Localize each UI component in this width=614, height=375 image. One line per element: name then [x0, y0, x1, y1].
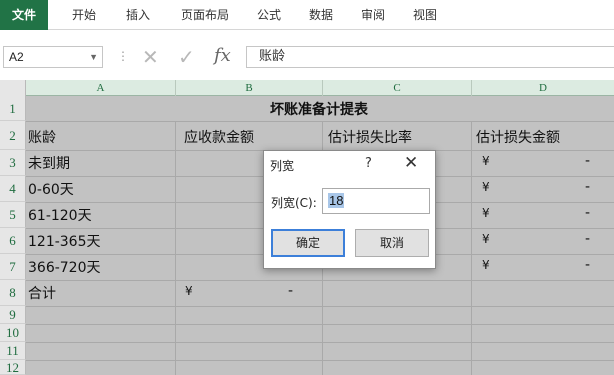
currency-symbol: ¥ — [482, 154, 490, 168]
row-header-6[interactable]: 6 — [0, 228, 26, 254]
dash-value: - — [585, 231, 591, 247]
header-receivable: 应收款金额 — [184, 130, 254, 146]
row-header-5[interactable]: 5 — [0, 202, 26, 228]
row-header-11[interactable]: 11 — [0, 342, 26, 360]
cancel-button[interactable]: 取消 — [355, 229, 429, 257]
currency-symbol: ¥ — [482, 258, 490, 272]
currency-symbol: ¥ — [482, 206, 490, 220]
currency-symbol: ¥ — [482, 180, 490, 194]
column-headers: A B C D — [0, 80, 614, 96]
dash-value: - — [585, 153, 591, 169]
dash-value: - — [585, 179, 591, 195]
tab-view[interactable]: 视图 — [404, 0, 446, 30]
gridline — [26, 324, 614, 325]
aging-label: 366-720天 — [28, 260, 101, 276]
formula-bar: A2 ▼ ⋮ ✕ ✓ fx 账龄 — [0, 40, 614, 74]
separator-dots-icon: ⋮ — [117, 49, 129, 63]
row-header-8[interactable]: 8 — [0, 280, 26, 306]
cancel-icon[interactable]: ✕ — [142, 45, 159, 69]
tab-home[interactable]: 开始 — [63, 0, 105, 30]
dash-value: - — [585, 205, 591, 221]
dialog-title: 列宽 — [270, 159, 295, 173]
header-loss-rate: 估计损失比率 — [328, 130, 412, 146]
header-loss-amount: 估计损失金额 — [476, 130, 560, 146]
column-header-c[interactable]: C — [323, 80, 472, 96]
row-header-1[interactable]: 1 — [0, 96, 26, 121]
column-width-value: 18 — [328, 193, 345, 208]
currency-symbol: ¥ — [482, 232, 490, 246]
select-all-corner[interactable] — [0, 80, 26, 96]
gridline — [175, 121, 176, 375]
aging-label: 未到期 — [28, 156, 70, 172]
row-header-4[interactable]: 4 — [0, 176, 26, 202]
name-box[interactable]: A2 ▼ — [3, 46, 103, 68]
gridline — [26, 342, 614, 343]
column-header-d[interactable]: D — [472, 80, 614, 96]
gridline — [471, 121, 472, 375]
sheet-title: 坏账准备计提表 — [270, 102, 368, 118]
aging-label: 0-60天 — [28, 182, 74, 198]
tab-insert[interactable]: 插入 — [117, 0, 159, 30]
dash-value: - — [288, 283, 294, 299]
row-header-10[interactable]: 10 — [0, 324, 26, 342]
ok-button[interactable]: 确定 — [271, 229, 345, 257]
aging-label: 合计 — [28, 286, 56, 302]
help-icon[interactable]: ? — [365, 156, 372, 171]
confirm-icon[interactable]: ✓ — [178, 45, 195, 69]
gridline — [26, 306, 614, 307]
column-width-input[interactable]: 18 — [322, 188, 430, 214]
gridline — [26, 360, 614, 361]
ribbon-tabs: 文件 开始 插入 页面布局 公式 数据 审阅 视图 — [0, 0, 614, 30]
column-header-b[interactable]: B — [176, 80, 323, 96]
row-header-2[interactable]: 2 — [0, 121, 26, 150]
gridline — [26, 121, 614, 122]
name-box-value: A2 — [9, 50, 24, 64]
column-width-dialog: 列宽 ? ✕ 列宽(C): 18 确定 取消 — [263, 150, 436, 269]
header-aging: 账龄 — [28, 130, 56, 146]
row-header-9[interactable]: 9 — [0, 306, 26, 324]
row-header-3[interactable]: 3 — [0, 150, 26, 176]
aging-label: 121-365天 — [28, 234, 101, 250]
insert-function-icon[interactable]: fx — [214, 45, 231, 66]
column-width-label: 列宽(C): — [271, 196, 317, 210]
tab-file[interactable]: 文件 — [0, 0, 48, 30]
gridline — [26, 280, 614, 281]
aging-label: 61-120天 — [28, 208, 92, 224]
tab-formulas[interactable]: 公式 — [248, 0, 290, 30]
tab-page-layout[interactable]: 页面布局 — [172, 0, 238, 30]
dash-value: - — [585, 257, 591, 273]
row-header-7[interactable]: 7 — [0, 254, 26, 280]
currency-symbol: ¥ — [185, 284, 193, 298]
row-header-12[interactable]: 12 — [0, 360, 26, 375]
close-icon[interactable]: ✕ — [404, 153, 418, 173]
column-header-a[interactable]: A — [26, 80, 176, 96]
tab-review[interactable]: 审阅 — [352, 0, 394, 30]
formula-input[interactable]: 账龄 — [246, 46, 614, 68]
tab-data[interactable]: 数据 — [300, 0, 342, 30]
chevron-down-icon[interactable]: ▼ — [89, 47, 98, 67]
